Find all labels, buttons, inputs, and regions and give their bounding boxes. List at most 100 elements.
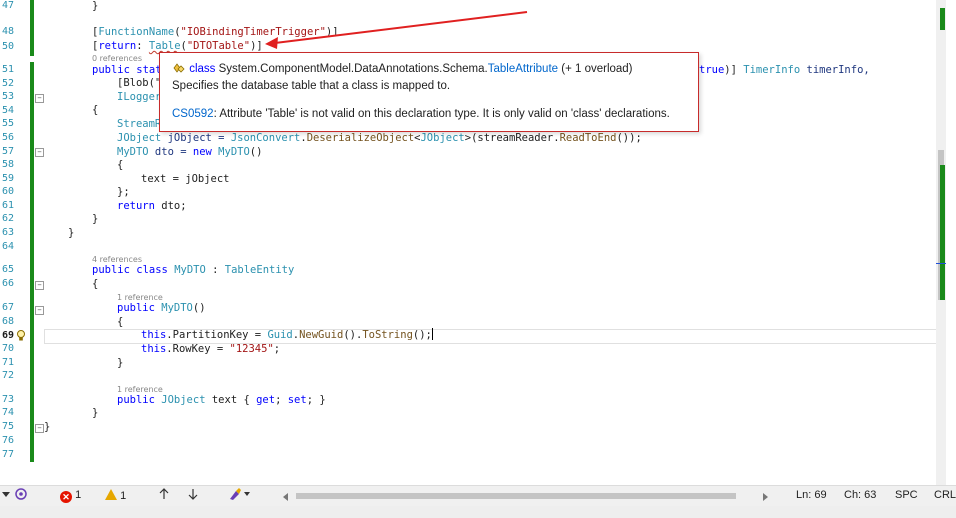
dropdown-icon[interactable] xyxy=(2,489,10,502)
code-token: ; xyxy=(273,343,281,355)
errors-indicator[interactable]: ✕ 1 xyxy=(60,489,81,503)
down-arrow-icon[interactable] xyxy=(187,488,199,503)
code-line[interactable]: MyDTO dto = new MyDTO() xyxy=(117,145,262,159)
code-token: { xyxy=(117,316,124,328)
code-token: "DTOTable" xyxy=(186,40,251,52)
line-number: 68 xyxy=(1,316,14,327)
brush-icon[interactable] xyxy=(228,487,252,504)
horizontal-scrollbar[interactable] xyxy=(282,492,769,501)
line-position[interactable]: Ln: 69 xyxy=(796,489,827,501)
tooltip-namespace: System.ComponentModel.DataAnnotations.Sc… xyxy=(215,63,488,75)
code-line[interactable]: public JObject text { get; set; } xyxy=(117,393,326,407)
error-code-link[interactable]: CS0592 xyxy=(172,108,214,120)
collapse-toggle[interactable]: − xyxy=(35,94,44,103)
code-token: return xyxy=(117,200,155,212)
quick-info-tooltip[interactable]: class System.ComponentModel.DataAnnotati… xyxy=(159,52,699,132)
code-token: { xyxy=(117,159,124,171)
code-token: ReadToEnd xyxy=(559,132,617,144)
tooltip-error: CS0592: Attribute 'Table' is not valid o… xyxy=(172,108,670,120)
line-number: 70 xyxy=(1,343,14,354)
code-line[interactable]: public stat xyxy=(92,63,162,77)
code-token: )] xyxy=(250,40,263,52)
code-token: ; } xyxy=(306,394,326,406)
code-line[interactable]: this.RowKey = "12345"; xyxy=(141,342,280,356)
line-number: 57 xyxy=(1,146,14,157)
code-line[interactable]: JObject jObject = JsonConvert.Deserializ… xyxy=(117,131,642,145)
error-icon: ✕ xyxy=(60,491,72,503)
code-token: }; xyxy=(117,186,130,198)
code-token: text { xyxy=(205,394,257,406)
line-number: 66 xyxy=(1,278,14,289)
code-line[interactable]: true)] TimerInfo timerInfo, xyxy=(699,63,870,77)
code-token: ; xyxy=(275,394,288,406)
code-token: public class xyxy=(92,264,168,276)
collapse-toggle[interactable]: − xyxy=(35,148,44,157)
code-token: : xyxy=(136,40,149,52)
line-number: 63 xyxy=(1,227,14,238)
scroll-change-marker xyxy=(940,165,945,300)
code-token: public stat xyxy=(92,64,162,76)
tooltip-type-link[interactable]: TableAttribute xyxy=(488,63,558,75)
codelens-references[interactable]: 0 references xyxy=(92,54,142,63)
error-count: 1 xyxy=(75,489,82,501)
code-line[interactable]: } xyxy=(117,356,123,370)
code-token: ILogger xyxy=(117,91,162,103)
whitespace-mode[interactable]: SPC xyxy=(895,489,918,501)
code-token: return xyxy=(98,40,137,52)
scroll-right-icon[interactable] xyxy=(761,492,769,504)
scroll-left-icon[interactable] xyxy=(282,492,290,504)
code-line[interactable]: [Blob(" xyxy=(117,76,161,90)
horizontal-scrollbar-thumb[interactable] xyxy=(296,493,736,499)
change-indicator-bar xyxy=(30,62,34,462)
code-token: } xyxy=(92,0,99,12)
code-line[interactable]: public class MyDTO : TableEntity xyxy=(92,263,294,277)
git-icon[interactable] xyxy=(14,487,28,504)
code-line[interactable]: ILogger xyxy=(117,90,161,104)
code-line[interactable]: text = jObject xyxy=(141,172,230,186)
code-line[interactable]: } xyxy=(92,0,98,13)
error-squiggle-token[interactable]: Table xyxy=(149,40,181,52)
line-number: 65 xyxy=(1,264,14,275)
code-token: } xyxy=(44,421,51,433)
code-line[interactable]: [return: Table("DTOTable")] xyxy=(92,39,263,53)
code-token: >(streamReader. xyxy=(464,132,560,144)
line-ending[interactable]: CRLF xyxy=(934,489,956,501)
warnings-indicator[interactable]: 1 xyxy=(105,489,126,502)
code-token: timerInfo, xyxy=(800,64,870,76)
bottom-panel-edge xyxy=(0,506,956,518)
code-token: true xyxy=(699,64,725,76)
code-line[interactable]: { xyxy=(117,315,123,329)
collapse-toggle[interactable]: − xyxy=(35,424,44,433)
collapse-toggle[interactable]: − xyxy=(35,306,44,315)
code-line[interactable]: { xyxy=(92,277,98,291)
code-token: NewGuid xyxy=(299,329,344,341)
code-token: JObject xyxy=(117,132,162,144)
code-token: MyDTO xyxy=(174,264,206,276)
code-line[interactable]: public MyDTO() xyxy=(117,301,206,315)
lightbulb-icon[interactable] xyxy=(16,329,26,342)
warning-icon xyxy=(105,489,117,500)
code-line[interactable]: }; xyxy=(117,185,130,199)
code-line[interactable]: } xyxy=(68,226,74,240)
code-line[interactable]: [FunctionName("IOBindingTimerTrigger")] xyxy=(92,25,339,39)
vertical-scrollbar[interactable] xyxy=(936,0,946,485)
column-position[interactable]: Ch: 63 xyxy=(844,489,876,501)
code-line[interactable]: this.PartitionKey = Guid.NewGuid().ToStr… xyxy=(141,328,433,342)
line-number: 73 xyxy=(1,394,14,405)
collapse-toggle[interactable]: − xyxy=(35,281,44,290)
code-line[interactable]: StreamR xyxy=(117,117,161,131)
tooltip-summary: Specifies the database table that a clas… xyxy=(172,80,451,92)
code-token: MyDTO xyxy=(117,146,149,158)
code-line[interactable]: } xyxy=(44,420,50,434)
error-message: : Attribute 'Table' is not valid on this… xyxy=(213,108,670,120)
line-number: 67 xyxy=(1,302,14,313)
text-caret xyxy=(431,328,433,340)
code-line[interactable]: { xyxy=(117,158,123,172)
code-token: } xyxy=(92,213,99,225)
code-line[interactable]: } xyxy=(92,406,98,420)
code-line[interactable]: { xyxy=(92,103,98,117)
code-line[interactable]: } xyxy=(92,212,98,226)
line-number: 62 xyxy=(1,213,14,224)
up-arrow-icon[interactable] xyxy=(158,488,170,503)
code-line[interactable]: return dto; xyxy=(117,199,187,213)
